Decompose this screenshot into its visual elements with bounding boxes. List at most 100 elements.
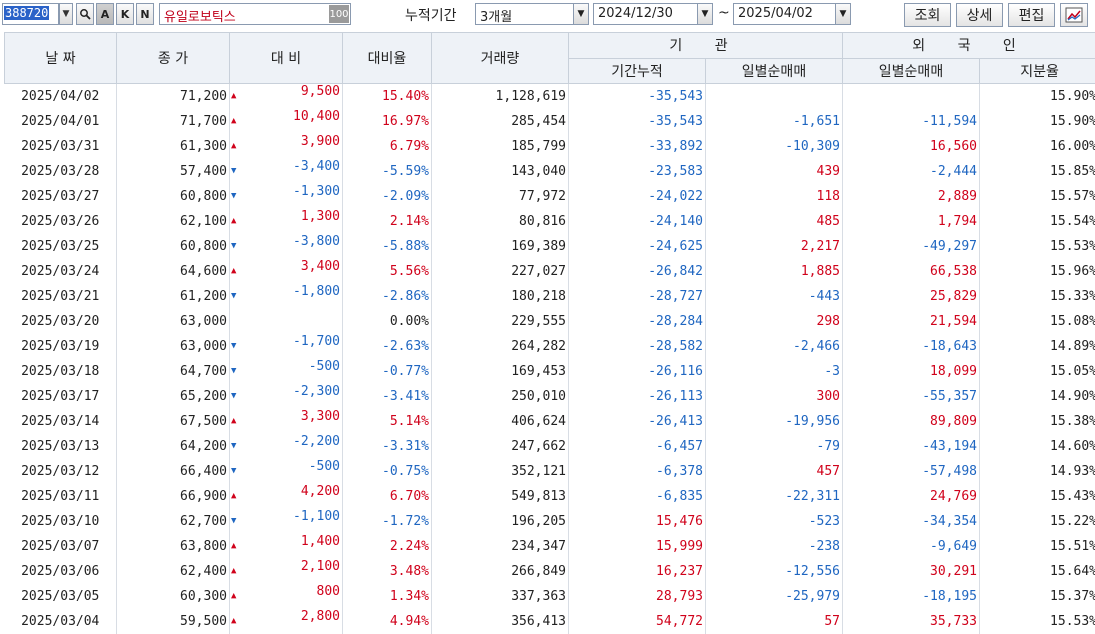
market-n-button[interactable]: N <box>136 3 154 25</box>
table-row[interactable]: 2025/03/1963,000▼-1,700-2.63%264,282-28,… <box>5 334 1095 359</box>
table-row[interactable]: 2025/03/2662,100▲1,3002.14%80,816-24,140… <box>5 209 1095 234</box>
cell-foreign-daily-value: -18,643 <box>922 339 977 354</box>
table-row[interactable]: 2025/03/1765,200▼-2,300-3.41%250,010-26,… <box>5 384 1095 409</box>
table-row[interactable]: 2025/03/1166,900▲4,2006.70%549,813-6,835… <box>5 484 1095 509</box>
header-foreign-share[interactable]: 지분율 <box>980 58 1095 84</box>
detail-button[interactable]: 상세 <box>956 3 1003 27</box>
code-dropdown-button[interactable]: ▼ <box>59 3 73 25</box>
header-inst-daily[interactable]: 일별순매매 <box>706 58 843 84</box>
stock-code-input[interactable]: 388720 <box>2 3 59 25</box>
header-change-rate[interactable]: 대비율 <box>343 33 432 84</box>
cell-foreign-daily-value: -57,498 <box>922 464 977 479</box>
cell-close-value: 60,300 <box>180 589 227 604</box>
cell-foreign-daily: -43,194 <box>843 434 980 459</box>
cell-volume: 185,799 <box>432 134 569 159</box>
table-row[interactable]: 2025/03/3161,300▲3,9006.79%185,799-33,89… <box>5 134 1095 159</box>
header-foreign-daily[interactable]: 일별순매매 <box>843 58 980 84</box>
stock-name-field[interactable]: 유일로보틱스 100 <box>159 3 351 25</box>
down-triangle-icon: ▼ <box>231 159 236 184</box>
cell-foreign-daily: 16,560 <box>843 134 980 159</box>
cell-close: 63,000 <box>117 309 230 334</box>
cell-volume-value: 285,454 <box>511 114 566 129</box>
cell-date: 2025/03/05 <box>5 584 117 609</box>
cell-volume-value: 266,849 <box>511 564 566 579</box>
cell-inst-cumulative: -28,727 <box>569 284 706 309</box>
search-button[interactable] <box>76 3 94 25</box>
cell-change: ▼-3,800 <box>230 234 343 259</box>
down-triangle-icon: ▼ <box>231 384 236 409</box>
cell-inst-daily-value: 2,217 <box>801 239 840 254</box>
market-k-button[interactable]: K <box>116 3 134 25</box>
cell-volume: 356,413 <box>432 609 569 634</box>
chevron-down-icon[interactable]: ▼ <box>697 4 712 24</box>
table-row[interactable]: 2025/04/0271,200▲9,50015.40%1,128,619-35… <box>5 84 1095 110</box>
table-row[interactable]: 2025/03/1864,700▼-500-0.77%169,453-26,11… <box>5 359 1095 384</box>
table-row[interactable]: 2025/03/1266,400▼-500-0.75%352,121-6,378… <box>5 459 1095 484</box>
cell-foreign-share-value: 14.93% <box>1050 464 1095 479</box>
cell-change-value: -3,400 <box>293 159 340 174</box>
table-row[interactable]: 2025/03/2857,400▼-3,400-5.59%143,040-23,… <box>5 159 1095 184</box>
cell-volume: 549,813 <box>432 484 569 509</box>
cell-change-value: 3,900 <box>301 134 340 149</box>
period-select[interactable]: 3개월 ▼ <box>475 3 589 25</box>
edit-button[interactable]: 편집 <box>1008 3 1055 27</box>
cell-foreign-daily-value: -18,195 <box>922 589 977 604</box>
cell-close-value: 60,800 <box>180 189 227 204</box>
header-close[interactable]: 종 가 <box>117 33 230 84</box>
start-date-select[interactable]: 2024/12/30 ▼ <box>593 3 713 25</box>
cell-foreign-share: 15.51% <box>980 534 1095 559</box>
cell-foreign-share: 15.90% <box>980 109 1095 134</box>
cell-date-value: 2025/03/11 <box>21 489 99 504</box>
cell-inst-daily: -523 <box>706 509 843 534</box>
cell-change-rate: 2.14% <box>343 209 432 234</box>
cell-close: 66,400 <box>117 459 230 484</box>
header-change[interactable]: 대 비 <box>230 33 343 84</box>
cell-change-rate: 15.40% <box>343 84 432 110</box>
cell-inst-cumulative-value: -26,116 <box>648 364 703 379</box>
chevron-down-icon[interactable]: ▼ <box>573 4 588 24</box>
cell-change-rate-value: -2.09% <box>382 189 429 204</box>
cell-inst-cumulative-value: -6,378 <box>656 464 703 479</box>
cell-close: 66,900 <box>117 484 230 509</box>
header-date[interactable]: 날 짜 <box>5 33 117 84</box>
table-row[interactable]: 2025/04/0171,700▲10,40016.97%285,454-35,… <box>5 109 1095 134</box>
cell-volume-value: 1,128,619 <box>496 89 566 104</box>
chart-button[interactable] <box>1060 3 1088 27</box>
cell-foreign-daily: -34,354 <box>843 509 980 534</box>
table-row[interactable]: 2025/03/1364,200▼-2,200-3.31%247,662-6,4… <box>5 434 1095 459</box>
table-row[interactable]: 2025/03/0763,800▲1,4002.24%234,34715,999… <box>5 534 1095 559</box>
table-row[interactable]: 2025/03/0560,300▲8001.34%337,36328,793-2… <box>5 584 1095 609</box>
up-triangle-icon: ▲ <box>231 209 236 234</box>
cell-inst-cumulative: 28,793 <box>569 584 706 609</box>
stock-name-extra-badge[interactable]: 100 <box>329 5 349 23</box>
table-row[interactable]: 2025/03/2161,200▼-1,800-2.86%180,218-28,… <box>5 284 1095 309</box>
table-row[interactable]: 2025/03/2063,0000.00%229,555-28,28429821… <box>5 309 1095 334</box>
table-row[interactable]: 2025/03/1062,700▼-1,100-1.72%196,20515,4… <box>5 509 1095 534</box>
end-date-select[interactable]: 2025/04/02 ▼ <box>733 3 851 25</box>
cell-date-value: 2025/03/04 <box>21 614 99 629</box>
cell-volume-value: 406,624 <box>511 414 566 429</box>
cell-inst-daily: -79 <box>706 434 843 459</box>
cell-foreign-share: 15.43% <box>980 484 1095 509</box>
cell-change-rate-value: -5.88% <box>382 239 429 254</box>
table-row[interactable]: 2025/03/2560,800▼-3,800-5.88%169,389-24,… <box>5 234 1095 259</box>
table-row[interactable]: 2025/03/0459,500▲2,8004.94%356,41354,772… <box>5 609 1095 634</box>
table-row[interactable]: 2025/03/2760,800▼-1,300-2.09%77,972-24,0… <box>5 184 1095 209</box>
date-range-tilde: ~ <box>718 5 730 21</box>
query-button[interactable]: 조회 <box>904 3 951 27</box>
cell-foreign-share-value: 16.00% <box>1050 139 1095 154</box>
header-inst-cumulative[interactable]: 기간누적 <box>569 58 706 84</box>
market-a-button[interactable]: A <box>96 3 114 25</box>
cell-foreign-share-value: 15.33% <box>1050 289 1095 304</box>
cell-date-value: 2025/03/07 <box>21 539 99 554</box>
table-row[interactable]: 2025/03/2464,600▲3,4005.56%227,027-26,84… <box>5 259 1095 284</box>
header-volume[interactable]: 거래량 <box>432 33 569 84</box>
cell-volume: 285,454 <box>432 109 569 134</box>
cell-volume-value: 247,662 <box>511 439 566 454</box>
chevron-down-icon[interactable]: ▼ <box>835 4 850 24</box>
table-row[interactable]: 2025/03/1467,500▲3,3005.14%406,624-26,41… <box>5 409 1095 434</box>
cell-foreign-share-value: 15.53% <box>1050 614 1095 629</box>
cell-change-rate: 16.97% <box>343 109 432 134</box>
table-row[interactable]: 2025/03/0662,400▲2,1003.48%266,84916,237… <box>5 559 1095 584</box>
cell-foreign-daily-value: -11,594 <box>922 114 977 129</box>
